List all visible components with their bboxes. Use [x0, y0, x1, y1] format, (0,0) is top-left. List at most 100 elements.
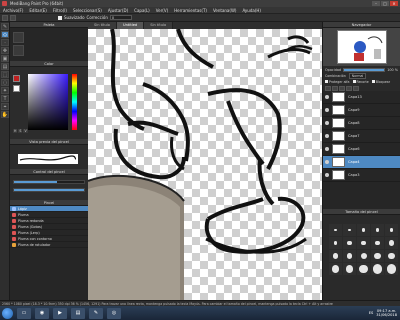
menu-window[interactable]: Ventana(W)	[213, 8, 237, 13]
visibility-eye-icon[interactable]	[325, 108, 329, 112]
folder-layer-icon[interactable]	[339, 85, 345, 91]
visibility-eye-icon[interactable]	[325, 160, 329, 164]
eraser-tool-icon[interactable]: ◇	[1, 31, 9, 38]
select-tool-icon[interactable]: ⬚	[1, 71, 9, 78]
start-button[interactable]	[2, 307, 13, 319]
brush-size-option[interactable]	[371, 224, 384, 236]
layer-row[interactable]: Capa4	[323, 156, 400, 169]
blend-select[interactable]: Normal	[348, 73, 367, 79]
brush-opacity-slider[interactable]	[13, 188, 85, 192]
lasso-tool-icon[interactable]: ◌	[1, 79, 9, 86]
antialias-checkbox[interactable]	[58, 15, 62, 20]
layer-row[interactable]: Capa13	[323, 91, 400, 104]
palette-slot[interactable]	[13, 45, 24, 56]
visibility-eye-icon[interactable]	[325, 173, 329, 177]
saturation-value-picker[interactable]	[28, 74, 68, 130]
paint-app-icon[interactable]: ✎	[89, 307, 103, 319]
gradient-tool-icon[interactable]: ▤	[1, 63, 9, 70]
brush-size-option[interactable]	[329, 237, 342, 249]
background-color[interactable]	[13, 85, 20, 92]
visibility-eye-icon[interactable]	[325, 121, 329, 125]
hand-tool-icon[interactable]: ✋	[1, 111, 9, 118]
browser-icon[interactable]: ◉	[35, 307, 49, 319]
dot-tool-icon[interactable]: ·	[1, 39, 9, 46]
folder-icon[interactable]: ▤	[71, 307, 85, 319]
value-tab[interactable]: V	[23, 129, 28, 133]
clock[interactable]: 09:17 a.m. 31/06/2018	[376, 309, 397, 317]
brush-size-option[interactable]	[385, 263, 398, 275]
foreground-color[interactable]	[13, 75, 20, 82]
brush-size-slider[interactable]	[13, 180, 85, 184]
menu-view[interactable]: Ver(V)	[156, 8, 168, 13]
protect-alpha-checkbox[interactable]: Proteger alfa	[325, 80, 350, 84]
brush-size-option[interactable]	[371, 237, 384, 249]
tab-document-3[interactable]: Sin título	[144, 22, 174, 29]
brush-size-option[interactable]	[371, 263, 384, 275]
brush-size-option[interactable]	[385, 237, 398, 249]
delete-layer-icon[interactable]	[353, 85, 359, 91]
visibility-eye-icon[interactable]	[325, 95, 329, 99]
menu-help[interactable]: Ayuda(H)	[242, 8, 261, 13]
chrome-icon[interactable]: ◎	[107, 307, 121, 319]
brush-size-option[interactable]	[343, 224, 356, 236]
merge-layer-icon[interactable]	[346, 85, 352, 91]
brush-size-option[interactable]	[371, 250, 384, 262]
layer-row[interactable]: Capa9	[323, 104, 400, 117]
tab-document-1[interactable]: Sin título	[88, 22, 117, 29]
new-layer-icon[interactable]	[325, 85, 331, 91]
brush-size-option[interactable]	[357, 250, 370, 262]
brush-mode-icon[interactable]	[2, 14, 8, 21]
menu-filter[interactable]: Filtro(I)	[53, 8, 67, 13]
lock-checkbox[interactable]: Bloquear	[371, 80, 390, 84]
brush-size-option[interactable]	[357, 263, 370, 275]
menu-select[interactable]: Seleccionar(S)	[73, 8, 102, 13]
menu-layer[interactable]: Capa(L)	[134, 8, 150, 13]
visibility-eye-icon[interactable]	[325, 147, 329, 151]
eraser-mode-icon[interactable]	[10, 14, 16, 21]
brush-size-option[interactable]	[343, 263, 356, 275]
opacity-slider[interactable]	[343, 67, 386, 72]
layer-row[interactable]: Capa6	[323, 143, 400, 156]
brush-size-option[interactable]	[343, 237, 356, 249]
layer-row[interactable]: Capa3	[323, 169, 400, 182]
brush-item[interactable]: Pluma de rotulador	[10, 242, 88, 248]
brush-size-option[interactable]	[329, 224, 342, 236]
menu-tools[interactable]: Herramientas(T)	[174, 8, 207, 13]
brush-size-option[interactable]	[329, 263, 342, 275]
close-button[interactable]: ×	[390, 1, 398, 6]
explorer-icon[interactable]: ▭	[17, 307, 31, 319]
drawing-canvas[interactable]	[88, 29, 322, 300]
menu-file[interactable]: Archivo(F)	[3, 8, 23, 13]
brush-size-option[interactable]	[357, 237, 370, 249]
magic-wand-icon[interactable]: ✦	[1, 87, 9, 94]
fill-tool-icon[interactable]: ▣	[1, 55, 9, 62]
tab-document-2[interactable]: Untitled	[117, 22, 145, 29]
navigator-preview[interactable]	[323, 28, 400, 66]
hue-tab[interactable]: H	[13, 129, 18, 133]
correction-select[interactable]: 0	[109, 15, 132, 20]
layer-row[interactable]: Capa7	[323, 130, 400, 143]
maximize-button[interactable]: □	[381, 1, 389, 6]
menu-edit[interactable]: Editar(E)	[29, 8, 47, 13]
menu-adjust[interactable]: Ajustar(D)	[108, 8, 128, 13]
brush-size-option[interactable]	[385, 224, 398, 236]
duplicate-layer-icon[interactable]	[332, 85, 338, 91]
minimize-button[interactable]: –	[372, 1, 380, 6]
layer-row[interactable]: Capa8	[323, 117, 400, 130]
media-icon[interactable]: ▶	[53, 307, 67, 319]
brush-size-option[interactable]	[357, 224, 370, 236]
hue-slider[interactable]	[72, 74, 77, 130]
text-tool-icon[interactable]: T	[1, 95, 9, 102]
eyedropper-icon[interactable]: ⌖	[1, 103, 9, 110]
brush-tool-icon[interactable]: ✎	[1, 23, 9, 30]
brush-size-option[interactable]	[343, 250, 356, 262]
move-tool-icon[interactable]: ✥	[1, 47, 9, 54]
brush-size-option[interactable]	[385, 250, 398, 262]
visibility-eye-icon[interactable]	[325, 134, 329, 138]
brush-size-option[interactable]	[329, 250, 342, 262]
palette-slot[interactable]	[13, 32, 24, 43]
clipping-checkbox[interactable]: Recorte	[352, 80, 369, 84]
saturation-tab[interactable]: S	[18, 129, 23, 133]
palette-area[interactable]	[10, 28, 88, 61]
language-indicator[interactable]: ES	[369, 311, 374, 315]
